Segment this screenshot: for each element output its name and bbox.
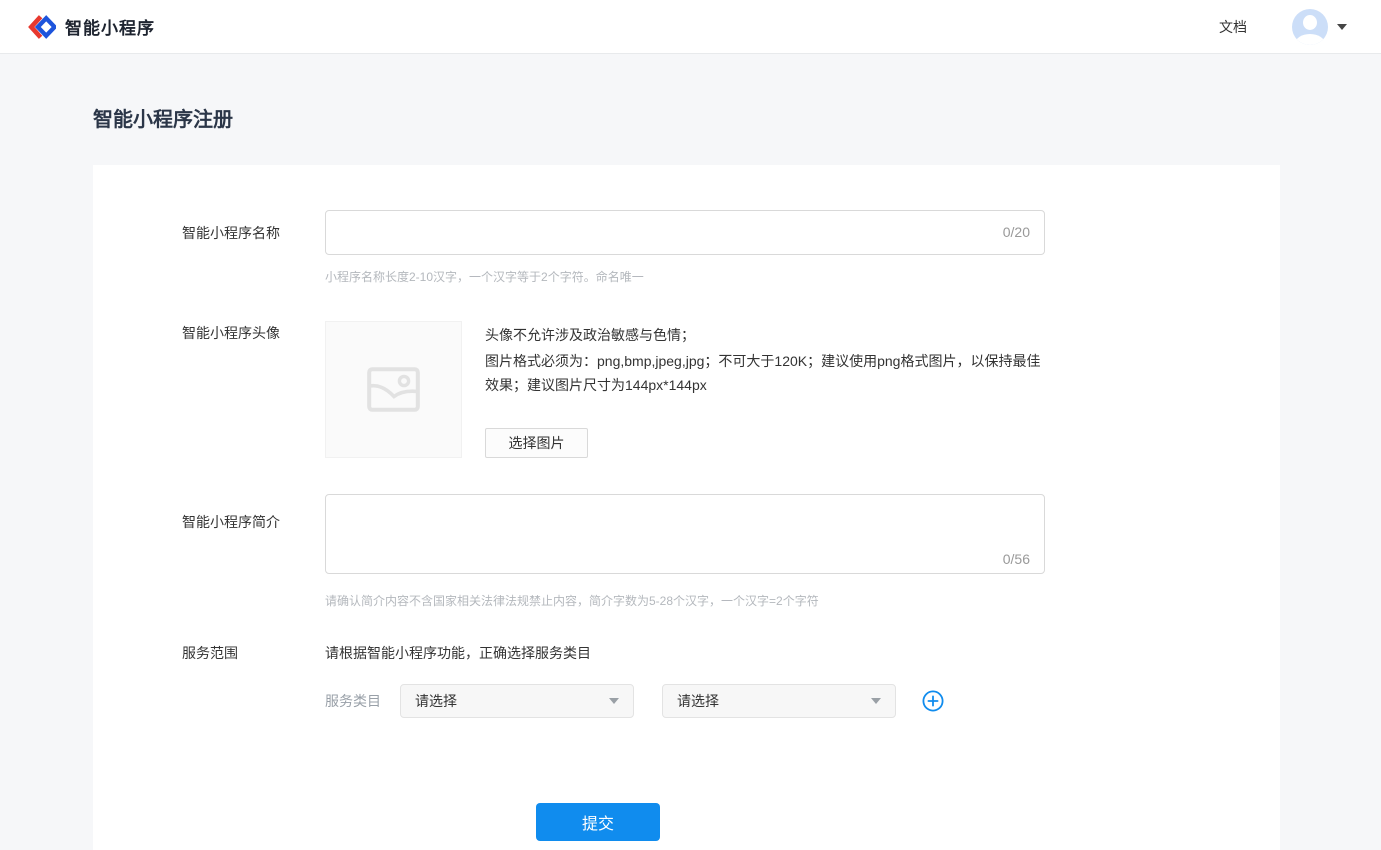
- intro-textarea-wrap: 0/56: [325, 494, 1045, 579]
- image-placeholder-icon: [367, 367, 420, 412]
- scope-description: 请根据智能小程序功能，正确选择服务类目: [325, 643, 944, 663]
- avatar-label: 智能小程序头像: [182, 321, 325, 458]
- page-title: 智能小程序注册: [0, 54, 1381, 134]
- category-select-1-value: 请选择: [415, 691, 609, 711]
- intro-textarea[interactable]: [325, 494, 1045, 574]
- category-label: 服务类目: [325, 691, 381, 711]
- category-select-2-value: 请选择: [677, 691, 871, 711]
- name-field-row: 智能小程序名称 0/20 小程序名称长度2-10汉字，一个汉字等于2个字符。命名…: [182, 210, 1280, 285]
- avatar-rules-block: 头像不允许涉及政治敏感与色情； 图片格式必须为：png,bmp,jpeg,jpg…: [485, 321, 1041, 458]
- user-menu[interactable]: [1292, 9, 1347, 45]
- avatar-head-shape: [1303, 15, 1317, 30]
- submit-button[interactable]: 提交: [536, 803, 660, 841]
- name-label: 智能小程序名称: [182, 210, 325, 285]
- avatar-field-row: 智能小程序头像 头像不允许涉及政治敏感与色情； 图片格式必须为：png,bmp,…: [182, 321, 1280, 458]
- name-help-text: 小程序名称长度2-10汉字，一个汉字等于2个字符。命名唯一: [325, 268, 1045, 285]
- chevron-down-icon: [871, 698, 881, 704]
- avatar-shoulders-shape: [1295, 34, 1325, 45]
- intro-char-counter: 0/56: [1003, 551, 1030, 567]
- name-char-counter: 0/20: [1003, 224, 1030, 240]
- category-select-2[interactable]: 请选择: [662, 684, 896, 718]
- name-field-group: 0/20 小程序名称长度2-10汉字，一个汉字等于2个字符。命名唯一: [325, 210, 1045, 285]
- avatar-upload-placeholder[interactable]: [325, 321, 462, 458]
- topbar-right: 文档: [1219, 9, 1347, 45]
- caret-down-icon[interactable]: [1337, 24, 1347, 30]
- plus-circle-icon: [922, 690, 944, 712]
- add-category-button[interactable]: [922, 690, 944, 712]
- category-select-1[interactable]: 请选择: [400, 684, 634, 718]
- scope-field-group: 请根据智能小程序功能，正确选择服务类目 服务类目 请选择 请选择: [325, 643, 944, 718]
- registration-form-card: 智能小程序名称 0/20 小程序名称长度2-10汉字，一个汉字等于2个字符。命名…: [93, 165, 1280, 850]
- scope-label: 服务范围: [182, 643, 325, 718]
- avatar-rule-line2: 图片格式必须为：png,bmp,jpeg,jpg；不可大于120K；建议使用pn…: [485, 347, 1041, 397]
- intro-field-group: 0/56 请确认简介内容不含国家相关法律法规禁止内容，简介字数为5-28个汉字，…: [325, 494, 1045, 609]
- intro-field-row: 智能小程序简介 0/56 请确认简介内容不含国家相关法律法规禁止内容，简介字数为…: [182, 494, 1280, 609]
- brand-home-link[interactable]: 智能小程序: [28, 14, 155, 40]
- user-avatar[interactable]: [1292, 9, 1328, 45]
- category-row: 服务类目 请选择 请选择: [325, 684, 944, 718]
- smart-program-logo-icon: [28, 14, 56, 40]
- avatar-rule-line1: 头像不允许涉及政治敏感与色情；: [485, 321, 1041, 347]
- submit-row: 提交: [182, 803, 1280, 841]
- name-input-wrap: 0/20: [325, 210, 1045, 255]
- name-input[interactable]: [325, 210, 1045, 255]
- chevron-down-icon: [609, 698, 619, 704]
- page: 智能小程序 文档 智能小程序注册 智能小程序名称 0/20 小程: [0, 0, 1381, 850]
- brand-title: 智能小程序: [65, 14, 155, 39]
- scope-field-row: 服务范围 请根据智能小程序功能，正确选择服务类目 服务类目 请选择 请选择: [182, 643, 1280, 718]
- choose-image-button[interactable]: 选择图片: [485, 428, 588, 458]
- docs-link[interactable]: 文档: [1219, 17, 1247, 37]
- intro-help-text: 请确认简介内容不含国家相关法律法规禁止内容，简介字数为5-28个汉字，一个汉字=…: [325, 592, 1045, 609]
- intro-label: 智能小程序简介: [182, 494, 325, 609]
- top-navbar: 智能小程序 文档: [0, 0, 1381, 54]
